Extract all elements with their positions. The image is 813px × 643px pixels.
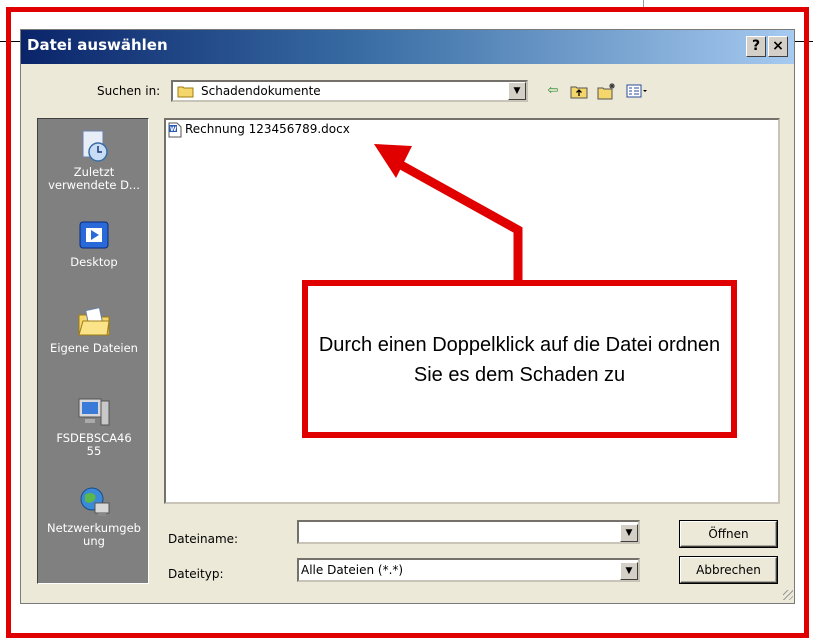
- callout-box: Durch einen Doppelklick auf die Datei or…: [302, 280, 737, 438]
- callout-text: Durch einen Doppelklick auf die Datei or…: [318, 334, 721, 386]
- background-line: [643, 0, 644, 7]
